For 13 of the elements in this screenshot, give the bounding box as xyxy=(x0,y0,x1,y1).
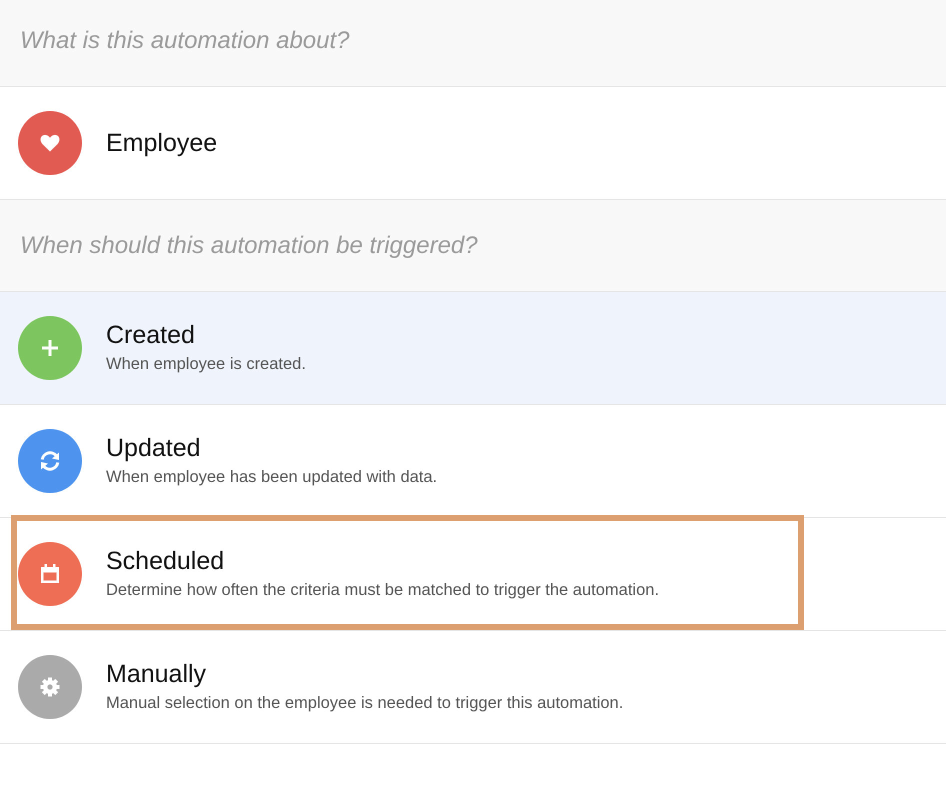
option-title: Scheduled xyxy=(106,546,226,576)
option-description: Determine how often the criteria must be matched to trigger the automation. xyxy=(106,580,660,600)
option-description: When employee has been updated with data. xyxy=(106,466,438,488)
trigger-option[interactable]: Scheduled Determine how often the criteria must be matched to trigger the automation. xyxy=(0,518,946,631)
option-title: Manually xyxy=(106,658,208,688)
section-question: What is this automation about? xyxy=(20,27,350,55)
section-question: When should this automation be triggered? xyxy=(20,232,478,260)
option-description: When employee is created. xyxy=(106,354,306,374)
trigger-option[interactable]: Created When employee is created. xyxy=(0,292,946,405)
option-title: Employee xyxy=(106,128,218,158)
option-description: Manual selection on the employee is needed to trigger this automation. xyxy=(106,692,624,714)
option-title: Updated xyxy=(106,432,202,462)
option-title: Created xyxy=(106,320,196,350)
